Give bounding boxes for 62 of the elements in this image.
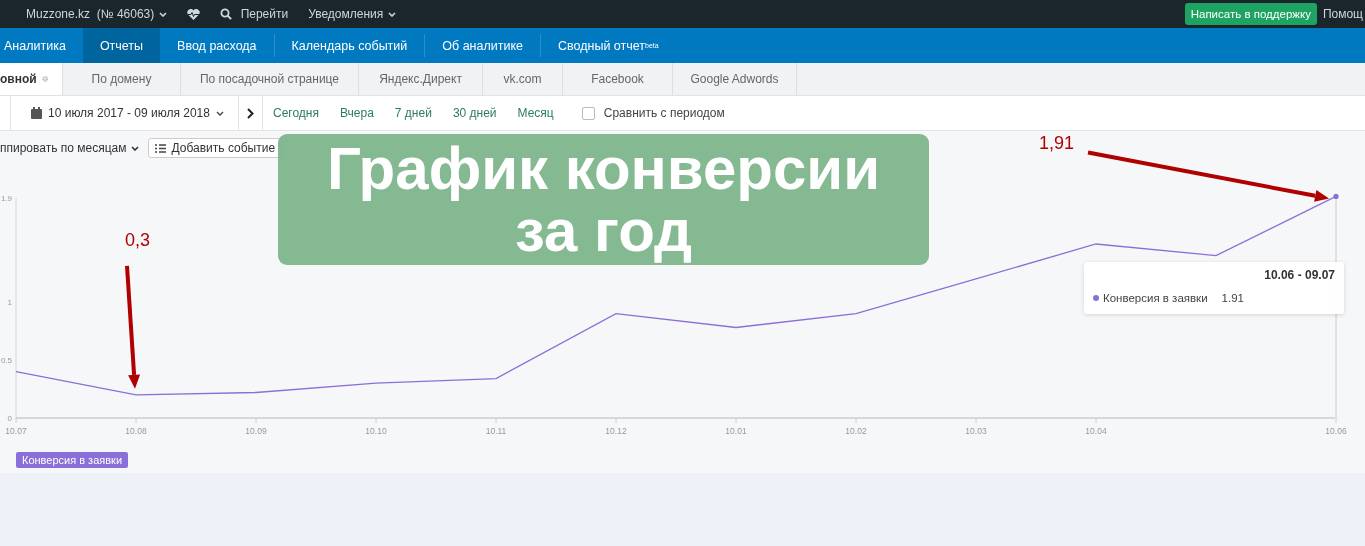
quick-range-link[interactable]: Сегодня — [272, 106, 319, 120]
calendar-icon — [31, 107, 42, 119]
compare-checkbox[interactable] — [581, 106, 595, 120]
nav-tab[interactable]: Отчеты — [82, 28, 161, 63]
tooltip-series: Конверсия в заявки — [1103, 292, 1208, 304]
annotation-callout: 1,91 — [1039, 133, 1329, 202]
goto-link[interactable]: Перейти — [220, 7, 289, 21]
nav-tab[interactable]: Календарь событий — [273, 34, 425, 57]
heart-pulse-icon[interactable] — [187, 8, 201, 20]
report-tab[interactable]: Facebook — [563, 63, 673, 95]
annotation-callout: 0,3 — [125, 229, 151, 389]
support-button[interactable]: Написать в поддержку — [1184, 3, 1317, 25]
quick-range-link[interactable]: 30 дней — [452, 106, 497, 120]
report-tab[interactable]: vk.com — [483, 63, 563, 95]
tooltip-title: 10.06 - 09.07 — [1263, 268, 1335, 282]
legend-item[interactable]: Конверсия в заявки — [16, 452, 129, 468]
nav-tab[interactable]: Об аналитике — [424, 34, 541, 57]
list-icon — [154, 143, 166, 153]
site-selector[interactable]: Muzzone.kz (№ 46063) — [26, 7, 168, 21]
notifications-menu[interactable]: Уведомления — [308, 7, 397, 21]
quick-range-link[interactable]: 7 дней — [394, 106, 432, 120]
x-tick-label: 10.10 — [365, 426, 387, 436]
caret-icon — [215, 110, 224, 116]
y-tick-label: 0.5 — [0, 356, 12, 365]
x-tick-label: 10.09 — [245, 426, 267, 436]
caret-icon — [130, 145, 139, 151]
x-tick-label: 10.04 — [1085, 426, 1107, 436]
x-tick-label: 10.06 — [1325, 426, 1347, 436]
x-tick-label: 10.01 — [725, 426, 747, 436]
data-point — [1333, 193, 1339, 200]
x-tick-label: 10.11 — [485, 426, 507, 436]
x-tick-label: 10.03 — [965, 426, 987, 436]
nav-tab[interactable]: Ввод расхода — [160, 28, 274, 63]
banner-heading: за год — [514, 199, 693, 262]
banner-heading: График конверсии — [326, 137, 881, 200]
quick-range-link[interactable]: Вчера — [339, 106, 374, 120]
x-tick-label: 10.08 — [125, 426, 147, 436]
report-tab[interactable]: По посадочной странице — [181, 63, 359, 95]
x-tick-label: 10.07 — [5, 426, 27, 436]
series-dot — [1093, 295, 1099, 301]
chevron-right-icon — [246, 107, 254, 119]
tooltip-value: 1.91 — [1221, 292, 1244, 304]
quick-range-link[interactable]: Месяц — [517, 106, 554, 120]
search-icon — [220, 8, 233, 20]
annotation: 0,3 — [125, 229, 151, 250]
date-range-picker[interactable]: 10 июля 2017 - 09 июля 2018 — [10, 96, 239, 130]
y-tick-label: 1.9 — [0, 193, 12, 203]
group-by-dropdown[interactable]: ппировать по месяцам — [0, 141, 139, 155]
caret-icon — [388, 11, 397, 17]
report-tab[interactable]: Google Adwords — [673, 63, 797, 95]
caret-icon — [159, 11, 168, 17]
report-tab[interactable]: По домену — [63, 63, 181, 95]
nav-tab[interactable]: Аналитика — [0, 28, 83, 63]
x-tick-label: 10.12 — [605, 426, 627, 436]
report-tab[interactable]: овной — [0, 63, 63, 95]
report-tab[interactable]: Яндекс.Директ — [359, 63, 483, 95]
y-tick-label: 0 — [7, 414, 12, 423]
nav-tab[interactable]: Сводный отчет$^{beta}$ — [540, 34, 676, 57]
compare-label: Сравнить с периодом — [603, 106, 725, 120]
help-link[interactable]: Помощ — [1322, 7, 1363, 21]
y-tick-label: 1 — [7, 298, 12, 307]
x-tick-label: 10.02 — [845, 426, 867, 436]
